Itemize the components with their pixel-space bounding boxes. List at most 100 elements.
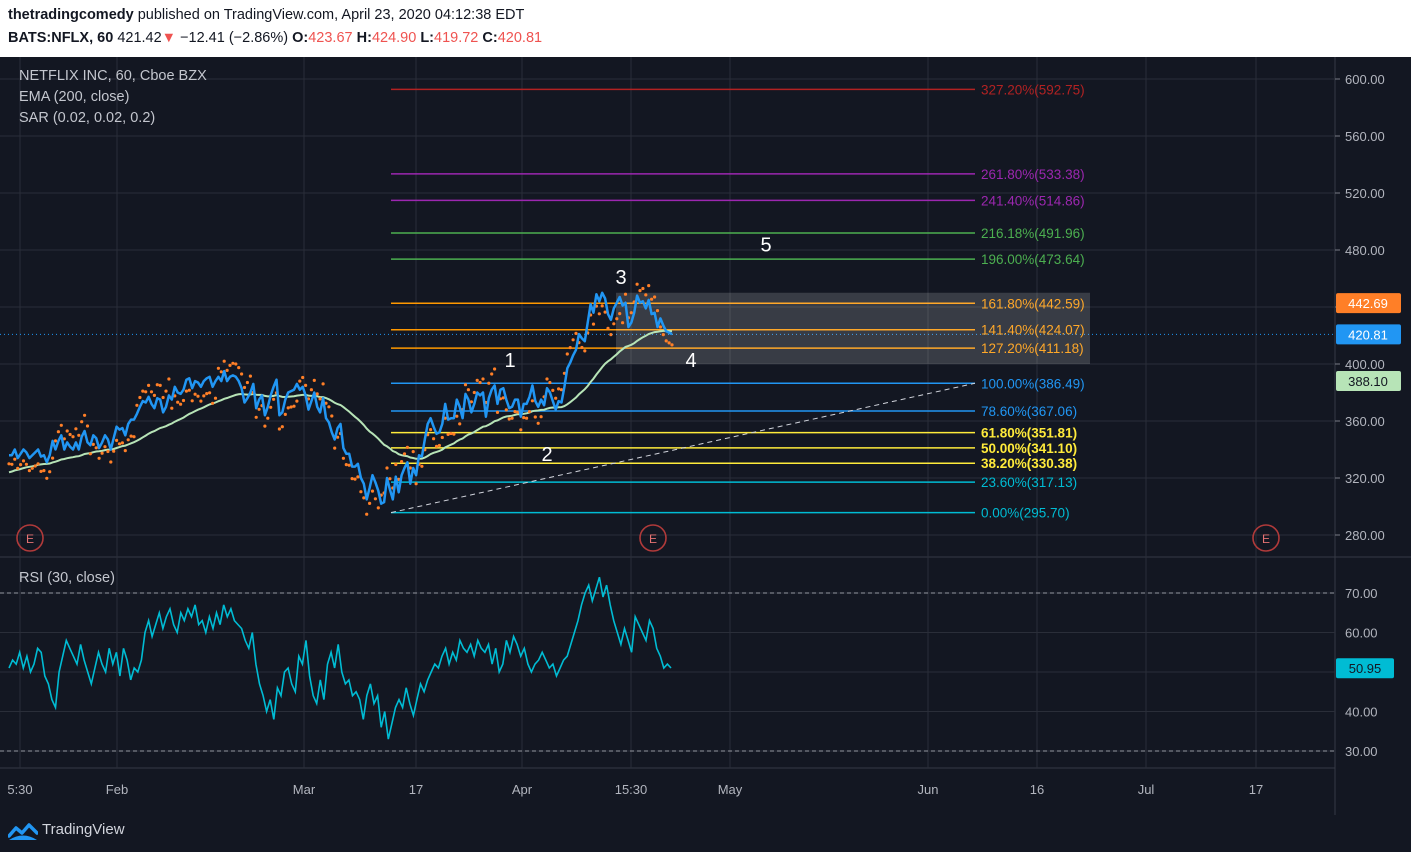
sar-dot — [115, 438, 119, 442]
price-change: −12.41 (−2.86%) — [180, 30, 289, 46]
sar-dot — [179, 402, 183, 406]
sar-dot — [135, 403, 139, 407]
chart-area[interactable]: 5:30 Feb Mar 17 Apr 15:30 May Jun 16 Jul 17 600.00 5… — [0, 57, 1411, 815]
sar-dot — [455, 414, 459, 418]
sar-dot — [539, 415, 543, 419]
sar-dot — [245, 380, 249, 385]
sar-dot — [370, 489, 375, 493]
sar-dot — [164, 389, 168, 393]
sar-dot — [208, 391, 212, 395]
sar-dot — [405, 445, 409, 449]
sar-dot — [341, 456, 345, 460]
sar-dot — [481, 377, 485, 381]
legend-sar: SAR (0.02, 0.02, 0.2) — [19, 110, 156, 126]
sar-dot — [525, 416, 529, 420]
sar-dot — [74, 427, 78, 431]
sar-dot — [298, 379, 302, 383]
sar-dot — [487, 381, 491, 385]
sar-dot — [120, 441, 124, 445]
sar-dot — [106, 449, 110, 454]
high-label: H: — [356, 30, 372, 46]
tradingview-logo-icon[interactable] — [8, 821, 38, 843]
sar-dot — [312, 378, 316, 382]
sar-dot — [10, 462, 14, 466]
sar-dot — [530, 399, 535, 403]
sar-dot — [548, 380, 552, 385]
sar-dot — [350, 477, 354, 481]
sar-dot — [117, 442, 122, 446]
sar-dot — [644, 293, 648, 297]
sar-dot — [292, 404, 296, 408]
chart-canvas[interactable]: 5:30 Feb Mar 17 Apr 15:30 May Jun 16 Jul 17 600.00 5… — [0, 57, 1411, 815]
x-axis-tick-label: 5:30 — [7, 782, 32, 797]
sar-dot — [59, 423, 63, 427]
sar-dot — [190, 399, 194, 403]
sar-dot — [495, 410, 500, 414]
price-tag-label: 420.81 — [1348, 327, 1388, 342]
sar-dot — [661, 333, 665, 337]
sar-dot — [228, 363, 232, 367]
y-axis-tick-label: 280.00 — [1345, 528, 1385, 543]
y-axis-tick-label: 520.00 — [1345, 186, 1385, 201]
sar-dot — [158, 383, 162, 387]
sar-dot — [129, 434, 133, 438]
sar-dot — [97, 456, 101, 460]
sar-dot — [48, 470, 52, 474]
sar-dot — [606, 326, 610, 330]
sar-dot — [591, 322, 596, 326]
sar-dot — [344, 463, 348, 467]
sar-dot — [609, 333, 613, 337]
sar-dot — [301, 375, 305, 380]
sar-dot — [638, 289, 642, 293]
sar-dot — [373, 497, 377, 501]
tradingview-brand[interactable]: TradingView — [42, 821, 125, 838]
last-price: 421.42 — [117, 30, 162, 46]
sar-dot — [565, 352, 569, 356]
sar-dot — [478, 380, 482, 385]
sar-dot — [196, 394, 200, 398]
sar-dot — [231, 361, 235, 365]
sar-dot — [248, 374, 252, 378]
sar-dot — [68, 432, 72, 437]
legend-rsi: RSI (30, close) — [19, 570, 115, 586]
open-label: O: — [292, 30, 309, 46]
sar-dot — [126, 438, 130, 442]
sar-dot — [30, 466, 34, 470]
sar-dot — [551, 388, 555, 392]
sar-dot — [283, 412, 287, 416]
sar-dot — [414, 482, 418, 486]
x-axis-tick-label: 16 — [1030, 782, 1044, 797]
sar-dot — [618, 312, 622, 316]
sar-dot — [536, 421, 540, 425]
sar-dot — [490, 372, 494, 376]
author-name[interactable]: thetradingcomedy — [8, 7, 134, 23]
sar-dot — [266, 416, 270, 420]
sar-dot — [353, 477, 357, 481]
fib-level-label: 261.80%(533.38) — [981, 167, 1085, 182]
sar-dot — [432, 437, 436, 441]
sar-dot — [240, 372, 244, 376]
sar-dot — [568, 346, 572, 350]
sar-dot — [650, 297, 654, 301]
sar-dot — [434, 444, 439, 448]
y-axis-tick-label: 600.00 — [1345, 72, 1385, 87]
sar-dot — [202, 394, 206, 398]
sar-dot — [507, 417, 511, 421]
sar-dot — [222, 359, 226, 363]
ohlc-line: BATS:NFLX, 60 421.42▼ −12.41 (−2.86%) O:… — [8, 30, 542, 46]
sar-dot — [368, 501, 372, 505]
fib-level-label: 0.00%(295.70) — [981, 506, 1070, 521]
sar-dot — [85, 424, 90, 428]
sar-dot — [176, 400, 180, 404]
sar-dot — [580, 345, 584, 350]
sar-dot — [545, 377, 549, 381]
sar-dot — [19, 463, 23, 467]
sar-dot — [199, 399, 203, 403]
sar-dot — [83, 413, 87, 417]
sar-dot — [109, 460, 113, 464]
sar-dot — [571, 338, 575, 342]
sar-dot — [45, 476, 49, 480]
y-axis-tick-label: 480.00 — [1345, 243, 1385, 258]
sar-dot — [263, 424, 267, 428]
x-axis-tick-label: 15:30 — [615, 782, 648, 797]
